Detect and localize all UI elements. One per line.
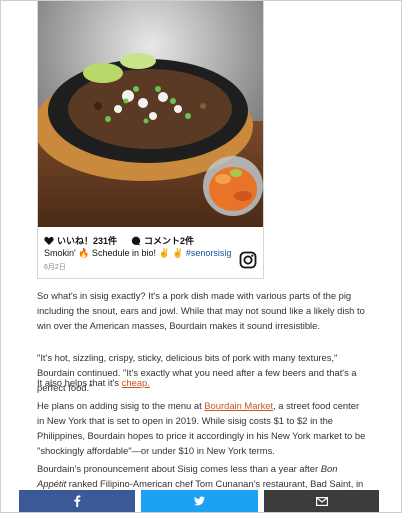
paragraph-3: It also helps that it's cheap. bbox=[37, 375, 367, 390]
sisig-photo bbox=[38, 1, 263, 227]
instagram-icon[interactable] bbox=[239, 251, 257, 269]
facebook-icon bbox=[74, 495, 81, 507]
caption-text: Smokin' 🔥 Schedule in bio! ✌ ✌ bbox=[44, 248, 186, 258]
heart-icon[interactable] bbox=[44, 236, 54, 246]
share-bar bbox=[19, 490, 381, 512]
instagram-embed[interactable]: いいね！231件 コメント2件 Smokin' 🔥 Schedule in bi… bbox=[37, 1, 264, 279]
comment-icon[interactable] bbox=[131, 236, 141, 246]
email-icon bbox=[315, 496, 328, 506]
paragraph-5-text: Bourdain's pronouncement about Sisig com… bbox=[37, 463, 321, 474]
caption-hashtag[interactable]: #senorsisig bbox=[186, 248, 232, 258]
email-share-button[interactable] bbox=[264, 490, 379, 512]
engagement-row: いいね！231件 コメント2件 bbox=[44, 234, 194, 247]
twitter-share-button[interactable] bbox=[141, 490, 258, 512]
likes-count[interactable]: いいね！231件 bbox=[57, 234, 117, 247]
facebook-share-button[interactable] bbox=[19, 490, 135, 512]
bourdain-market-link[interactable]: Bourdain Market bbox=[204, 400, 273, 411]
instagram-meta: いいね！231件 コメント2件 Smokin' 🔥 Schedule in bi… bbox=[38, 229, 263, 279]
cheap-link[interactable]: cheap. bbox=[122, 377, 150, 388]
paragraph-1: So what's in sisig exactly? It's a pork … bbox=[37, 290, 365, 331]
comments-count[interactable]: コメント2件 bbox=[144, 234, 194, 247]
post-date: 6月2日 bbox=[44, 264, 66, 271]
twitter-icon bbox=[194, 496, 205, 506]
page: いいね！231件 コメント2件 Smokin' 🔥 Schedule in bi… bbox=[0, 0, 402, 513]
paragraph-3-text: It also helps that it's bbox=[37, 377, 122, 388]
paragraph-4: He plans on adding sisig to the menu at … bbox=[37, 398, 367, 458]
instagram-caption: Smokin' 🔥 Schedule in bio! ✌ ✌ #senorsis… bbox=[44, 248, 231, 259]
paragraph-4-text: He plans on adding sisig to the menu at bbox=[37, 400, 205, 411]
